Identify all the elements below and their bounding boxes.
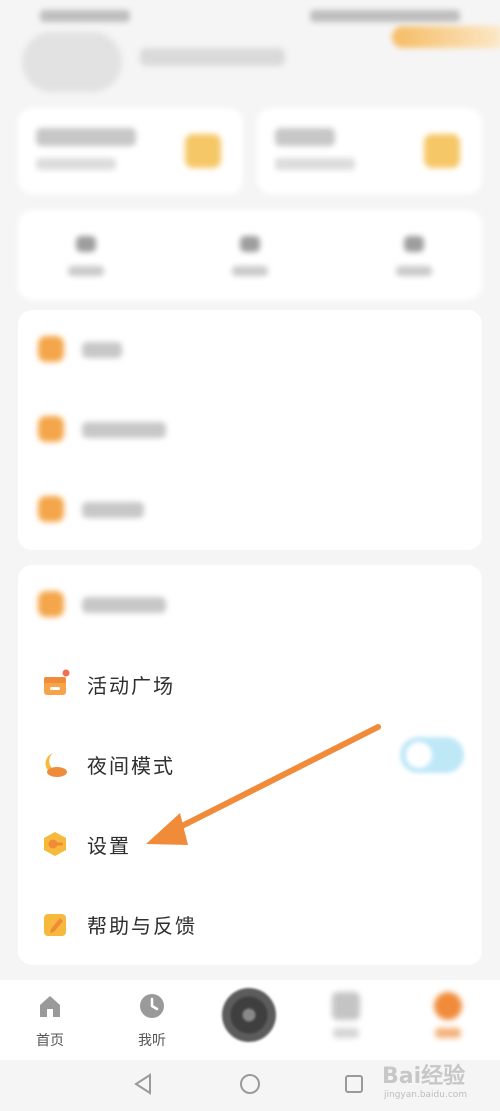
tab-listening[interactable]: 我听 xyxy=(122,988,182,1050)
recent-apps-icon[interactable] xyxy=(342,1072,366,1096)
menu-item-blurred[interactable] xyxy=(38,414,338,444)
back-icon[interactable] xyxy=(132,1072,156,1096)
home-circle-icon[interactable] xyxy=(238,1072,262,1096)
home-icon xyxy=(40,996,60,1017)
signal-indicators xyxy=(40,10,130,22)
profile-subtitle xyxy=(140,48,285,66)
wallet-icon xyxy=(424,134,460,168)
stat-item[interactable] xyxy=(394,236,434,276)
menu-item-blurred[interactable] xyxy=(38,589,338,619)
discover-icon xyxy=(332,992,360,1020)
moon-icon xyxy=(45,753,67,777)
menu-item-label: 设置 xyxy=(87,834,131,858)
play-button[interactable] xyxy=(222,988,276,1042)
menu-item-label: 活动广场 xyxy=(87,674,175,698)
clock-icon xyxy=(38,591,64,617)
menu-group-secondary: 活动广场 夜间模式 设置 帮助与反馈 xyxy=(18,565,482,965)
toggle-knob xyxy=(406,742,432,768)
menu-group-primary xyxy=(18,310,482,550)
menu-item-help-feedback[interactable]: 帮助与反馈 xyxy=(18,895,482,955)
tab-home[interactable]: 首页 xyxy=(20,988,80,1050)
watermark-brand: Bai经验 xyxy=(382,1064,466,1089)
diamond-icon xyxy=(185,134,221,168)
menu-item-blurred[interactable] xyxy=(38,334,338,364)
box-icon xyxy=(38,416,64,442)
tab-mine[interactable] xyxy=(418,988,478,1038)
battery-and-clock xyxy=(310,10,460,22)
stat-item[interactable] xyxy=(66,236,106,276)
star-icon xyxy=(38,496,64,522)
stats-panel xyxy=(18,210,482,300)
edit-note-icon xyxy=(44,914,66,936)
watermark-url: jingyan.baidu.com xyxy=(384,1090,468,1100)
wallet-card-title xyxy=(275,128,335,146)
wallet-card[interactable] xyxy=(257,108,482,194)
menu-item-label: 帮助与反馈 xyxy=(87,914,197,938)
night-mode-toggle[interactable] xyxy=(400,737,464,773)
wallet-card-subtitle xyxy=(275,158,355,170)
tab-label: 首页 xyxy=(36,1033,64,1049)
gift-box-icon xyxy=(44,669,70,695)
menu-item-activity-square[interactable]: 活动广场 xyxy=(18,655,482,715)
menu-item-blurred[interactable] xyxy=(38,494,338,524)
vip-badge[interactable] xyxy=(392,26,500,48)
clock-icon xyxy=(140,994,164,1018)
membership-card-title xyxy=(36,128,136,146)
menu-item-settings[interactable]: 设置 xyxy=(18,815,482,875)
avatar[interactable] xyxy=(22,32,122,92)
profile-icon xyxy=(434,992,462,1020)
menu-item-label: 夜间模式 xyxy=(87,754,175,778)
tab-discover[interactable] xyxy=(316,988,376,1038)
membership-card-subtitle xyxy=(36,158,116,170)
folder-icon xyxy=(38,336,64,362)
tab-label: 我听 xyxy=(138,1033,166,1049)
settings-hexagon-icon xyxy=(44,832,66,856)
bottom-nav: 首页 我听 xyxy=(0,980,500,1060)
membership-card[interactable] xyxy=(18,108,243,194)
stat-item[interactable] xyxy=(230,236,270,276)
watermark: Bai经验 jingyan.baidu.com xyxy=(382,1058,500,1108)
